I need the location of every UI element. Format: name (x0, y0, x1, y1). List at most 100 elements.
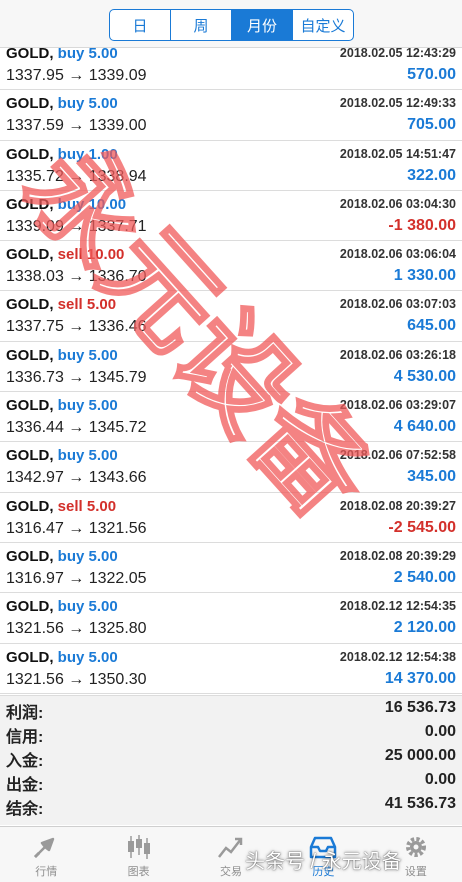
trade-prices: 1337.95 → 1339.09 (6, 67, 147, 84)
tab-quotes-label: 行情 (35, 866, 58, 878)
trade-prices: 1342.97 → 1343.66 (6, 469, 147, 487)
trade-date: 2018.02.06 07:52:58 (339, 448, 456, 463)
trade-row[interactable]: GOLD, buy 5.00 2018.02.06 03:29:07 1336.44… (0, 392, 462, 443)
trade-date: 2018.02.06 03:29:07 (339, 398, 456, 413)
trade-symbol: GOLD, buy 5.00 (6, 397, 118, 414)
trade-profit: 645.00 (407, 317, 456, 335)
tab-settings-label: 设置 (404, 866, 427, 878)
trade-symbol: GOLD, buy 1.00 (6, 146, 118, 163)
profit-value: 16 536.73 (384, 699, 456, 716)
trade-date: 2018.02.06 03:26:18 (339, 347, 456, 362)
trade-profit: 322.00 (407, 166, 456, 184)
trade-symbol: GOLD, buy 5.00 (6, 649, 118, 666)
trade-prices: 1316.97 → 1322.05 (6, 569, 147, 587)
withdrawal-value: 0.00 (424, 771, 456, 788)
trade-symbol-name: GOLD, (6, 246, 54, 264)
trade-side-volume: buy 5.00 (57, 346, 118, 364)
segment-month[interactable]: 月份 (232, 10, 293, 40)
trade-prices: 1321.56 → 1350.30 (6, 670, 147, 688)
trade-profit: -2 545.00 (388, 518, 456, 536)
trade-profit: 1 330.00 (393, 267, 456, 285)
trade-history-list[interactable]: GOLD, buy 5.00 2018.02.05 12:43:29 1337.95… (0, 40, 462, 694)
trade-side-volume: buy 5.00 (57, 547, 118, 565)
trade-symbol-name: GOLD, (6, 145, 54, 163)
trade-symbol: GOLD, buy 10.00 (6, 196, 126, 213)
trade-symbol-name: GOLD, (6, 346, 54, 364)
chart-icon (127, 835, 150, 859)
tab-chart[interactable]: 图表 (92, 827, 184, 882)
trade-profit: 345.00 (407, 468, 456, 486)
segment-custom[interactable]: 自定义 (293, 10, 353, 40)
trade-date: 2018.02.06 03:07:03 (339, 297, 456, 312)
trade-prices: 1337.59 → 1339.00 (6, 117, 147, 135)
trade-symbol: GOLD, buy 5.00 (6, 598, 118, 615)
balance-value: 41 536.73 (384, 795, 456, 812)
summary-row-profit: 利润: 16 536.73 (0, 696, 462, 722)
trade-row[interactable]: GOLD, buy 5.00 2018.02.12 12:54:35 1321.56… (0, 593, 462, 644)
trade-row[interactable]: GOLD, buy 1.00 2018.02.05 14:51:47 1335.72… (0, 140, 462, 191)
trade-profit: 570.00 (407, 66, 456, 83)
trade-prices: 1338.03 → 1336.70 (6, 268, 147, 286)
trade-side-volume: buy 5.00 (57, 648, 118, 666)
trade-profit: 4 530.00 (393, 367, 456, 385)
balance-label: 结余: (6, 801, 44, 818)
trade-row[interactable]: GOLD, sell 5.00 2018.02.08 20:39:27 1316.4… (0, 492, 462, 543)
trade-profit: 2 120.00 (393, 619, 456, 637)
trade-symbol: GOLD, buy 5.00 (6, 447, 118, 464)
trade-row[interactable]: GOLD, buy 5.00 2018.02.06 07:52:58 1342.97… (0, 442, 462, 493)
trade-date: 2018.02.05 14:51:47 (339, 146, 456, 161)
trade-symbol-name: GOLD, (6, 95, 54, 113)
trade-date: 2018.02.06 03:06:04 (339, 247, 456, 262)
trade-profit: 705.00 (407, 116, 456, 134)
trade-symbol: GOLD, sell 5.00 (6, 296, 116, 313)
trade-row[interactable]: GOLD, buy 5.00 2018.02.12 12:54:38 1321.56… (0, 643, 462, 694)
trade-side-volume: buy 1.00 (57, 145, 118, 163)
trade-date: 2018.02.08 20:39:27 (339, 498, 456, 513)
summary-row-credit: 信用: 0.00 (0, 720, 462, 746)
period-toolbar: 日 周 月份 自定义 (0, 0, 462, 48)
summary-row-withdrawal: 出金: 0.00 (0, 768, 462, 794)
account-summary: 利润: 16 536.73 信用: 0.00 入金: 25 000.00 出金:… (0, 695, 462, 825)
trade-prices: 1336.44 → 1345.72 (6, 419, 147, 437)
trade-side-volume: sell 5.00 (57, 296, 117, 314)
trade-profit: 14 370.00 (384, 669, 456, 687)
footer-watermark: 头条号 / 永元设备 (245, 851, 402, 873)
trade-prices: 1316.47 → 1321.56 (6, 519, 147, 537)
segment-week[interactable]: 周 (171, 10, 232, 40)
trade-side-volume: buy 5.00 (57, 598, 118, 616)
trade-prices: 1336.73 → 1345.79 (6, 368, 147, 386)
period-segmented-control: 日 周 月份 自定义 (109, 9, 354, 41)
trade-icon (218, 837, 243, 858)
tab-chart-label: 图表 (127, 866, 150, 878)
trade-date: 2018.02.05 12:49:33 (339, 96, 456, 111)
trade-side-volume: sell 5.00 (57, 497, 117, 515)
trade-row[interactable]: GOLD, buy 5.00 2018.02.05 12:49:33 1337.59… (0, 90, 462, 141)
gear-icon (405, 837, 426, 857)
trade-row[interactable]: GOLD, sell 10.00 2018.02.06 03:06:04 1338.… (0, 241, 462, 292)
trade-side-volume: buy 10.00 (57, 195, 127, 213)
trade-symbol-name: GOLD, (6, 598, 54, 616)
summary-row-deposit: 入金: 25 000.00 (0, 744, 462, 770)
trade-prices: 1321.56 → 1325.80 (6, 620, 147, 638)
trade-side-volume: buy 5.00 (57, 95, 118, 113)
trade-row[interactable]: GOLD, sell 5.00 2018.02.06 03:07:03 1337.7… (0, 291, 462, 342)
trade-side-volume: sell 10.00 (57, 246, 125, 264)
trade-side-volume: buy 5.00 (57, 447, 118, 465)
deposit-value: 25 000.00 (384, 747, 456, 764)
trade-symbol: GOLD, sell 10.00 (6, 246, 124, 263)
trade-symbol-name: GOLD, (6, 195, 54, 213)
trade-row[interactable]: GOLD, buy 5.00 2018.02.06 03:26:18 1336.73… (0, 341, 462, 393)
trade-symbol-name: GOLD, (6, 296, 54, 314)
trade-date: 2018.02.12 12:54:35 (339, 599, 456, 614)
trade-row[interactable]: GOLD, buy 5.00 2018.02.08 20:39:29 1316.97… (0, 542, 462, 594)
trade-row[interactable]: GOLD, buy 10.00 2018.02.06 03:04:30 1339.0… (0, 190, 462, 242)
segment-day[interactable]: 日 (110, 10, 171, 40)
trade-prices: 1335.72 → 1338.94 (6, 167, 147, 185)
trade-symbol: GOLD, buy 5.00 (6, 548, 118, 565)
trade-prices: 1339.09 → 1337.71 (6, 217, 147, 235)
trade-side-volume: buy 5.00 (57, 397, 118, 415)
tab-quotes[interactable]: 行情 (0, 827, 92, 882)
trade-date: 2018.02.08 20:39:29 (339, 548, 456, 563)
trade-symbol: GOLD, buy 5.00 (6, 347, 118, 364)
trade-date: 2018.02.05 12:43:29 (339, 46, 456, 60)
